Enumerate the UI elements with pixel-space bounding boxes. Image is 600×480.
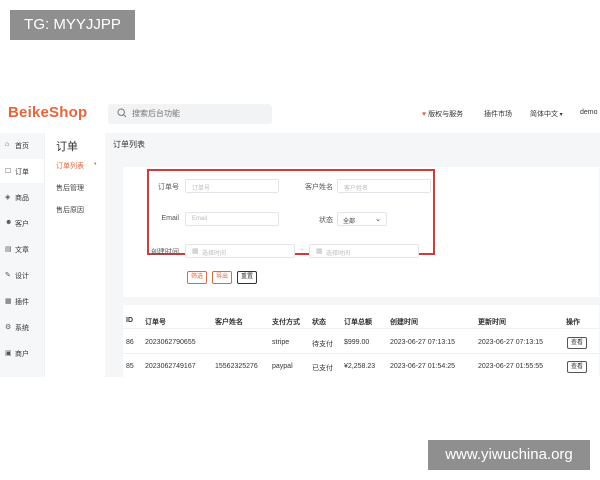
table-divider [123, 328, 599, 329]
sidebar-item-products[interactable]: ◈ 商品 [0, 185, 44, 209]
orders-table: ID 订单号 客户姓名 支付方式 状态 订单总额 创建时间 更新时间 操作 86… [123, 305, 599, 377]
filter-panel: 订单号 订单号 客户姓名 客户姓名 Email Email 状态 全部 ⌄ 创建… [123, 167, 599, 297]
subnav-item-after-sales-reasons[interactable]: 售后原因 [56, 205, 84, 215]
admin-search-box[interactable]: 搜索后台功能 [108, 104, 272, 124]
article-icon: ▤ [5, 246, 12, 253]
search-icon [117, 108, 127, 118]
customer-name-input[interactable]: 客户姓名 [337, 179, 431, 193]
merchant-icon: ▣ [5, 350, 12, 357]
order-no-input[interactable]: 订单号 [185, 179, 279, 193]
language-switcher[interactable]: 简体中文 ▾ [530, 109, 563, 119]
sidebar-item-design[interactable]: ✎ 设计 [0, 263, 44, 287]
sidebar-item-orders[interactable]: ☐ 订单 [0, 159, 44, 183]
email-label: Email [161, 215, 179, 222]
plugin-market-link[interactable]: 插件市场 [484, 109, 512, 119]
export-button[interactable]: 导出 [212, 271, 232, 284]
sidebar-item-plugins[interactable]: ▦ 插件 [0, 289, 44, 313]
calendar-icon: ▦ [192, 248, 199, 255]
column-header: 创建时间 [390, 319, 418, 326]
date-to-input[interactable]: ▦ 选择时间 [309, 244, 419, 258]
filter-button[interactable]: 筛选 [187, 271, 207, 284]
date-separator: - [301, 247, 304, 254]
search-placeholder: 搜索后台功能 [132, 109, 180, 118]
brand-logo[interactable]: BeikeShop [8, 104, 87, 121]
column-header: ID [126, 317, 133, 324]
sidebar-item-merchants[interactable]: ▣ 商户 [0, 341, 44, 365]
app-window: BeikeShop 搜索后台功能 ♥ 版权与服务 插件市场 简体中文 ▾ demo… [0, 95, 600, 377]
gear-icon: ⚙ [5, 324, 12, 331]
chevron-down-icon: ▾ [558, 112, 563, 118]
design-icon: ✎ [5, 272, 11, 279]
email-input[interactable]: Email [185, 212, 279, 226]
created-time-label: 创建时间 [151, 249, 179, 256]
order-no-label: 订单号 [158, 184, 179, 191]
sidebar-item-customers[interactable]: ☻ 客户 [0, 211, 44, 235]
status-select[interactable]: 全部 ⌄ [337, 212, 387, 226]
customer-name-label: 客户姓名 [305, 184, 333, 191]
chevron-down-icon: ⌄ [375, 216, 381, 223]
date-from-input[interactable]: ▦ 选择时间 [185, 244, 295, 258]
order-subnav: 订单 订单列表 • 售后管理 售后原因 [45, 133, 106, 377]
product-icon: ◈ [5, 194, 11, 201]
subnav-title: 订单 [56, 141, 78, 153]
active-dot-icon: • [94, 161, 97, 168]
top-header: BeikeShop 搜索后台功能 ♥ 版权与服务 插件市场 简体中文 ▾ demo [0, 95, 600, 134]
view-order-button[interactable]: 查看 [567, 361, 587, 373]
column-header: 订单号 [145, 319, 166, 326]
sidebar-item-system[interactable]: ⚙ 系统 [0, 315, 44, 339]
copyright-service-link[interactable]: ♥ 版权与服务 [422, 109, 463, 119]
column-header: 操作 [566, 319, 580, 326]
watermark-bottom: www.yiwuchina.org [428, 440, 590, 470]
column-header: 支付方式 [272, 319, 300, 326]
calendar-icon: ▦ [316, 248, 323, 255]
main-content: 订单列表 订单号 订单号 客户姓名 客户姓名 Email Email 状态 全部… [105, 133, 600, 377]
sidebar-item-articles[interactable]: ▤ 文章 [0, 237, 44, 261]
sidebar-item-home[interactable]: ⌂ 首页 [0, 133, 44, 157]
status-label: 状态 [319, 217, 333, 224]
order-icon: ☐ [5, 168, 12, 175]
column-header: 订单总额 [344, 319, 372, 326]
watermark-top: TG: MYYJJPP [10, 10, 135, 40]
home-icon: ⌂ [5, 141, 10, 148]
column-header: 状态 [312, 319, 326, 326]
column-header: 更新时间 [478, 319, 506, 326]
user-menu[interactable]: demo [580, 109, 598, 116]
page-title: 订单列表 [113, 140, 145, 149]
subnav-item-order-list[interactable]: 订单列表 [56, 161, 84, 171]
column-header: 客户姓名 [215, 319, 243, 326]
plugin-icon: ▦ [5, 298, 12, 305]
customer-icon: ☻ [5, 219, 13, 226]
subnav-item-after-sales[interactable]: 售后管理 [56, 183, 84, 193]
main-sidebar: ⌂ 首页 ☐ 订单 ◈ 商品 ☻ 客户 ▤ 文章 ✎ 设计 ▦ 插件 ⚙ 系统 [0, 133, 45, 377]
table-divider [123, 353, 599, 354]
view-order-button[interactable]: 查看 [567, 337, 587, 349]
heart-icon: ♥ [422, 111, 427, 118]
reset-button[interactable]: 重置 [237, 271, 257, 284]
